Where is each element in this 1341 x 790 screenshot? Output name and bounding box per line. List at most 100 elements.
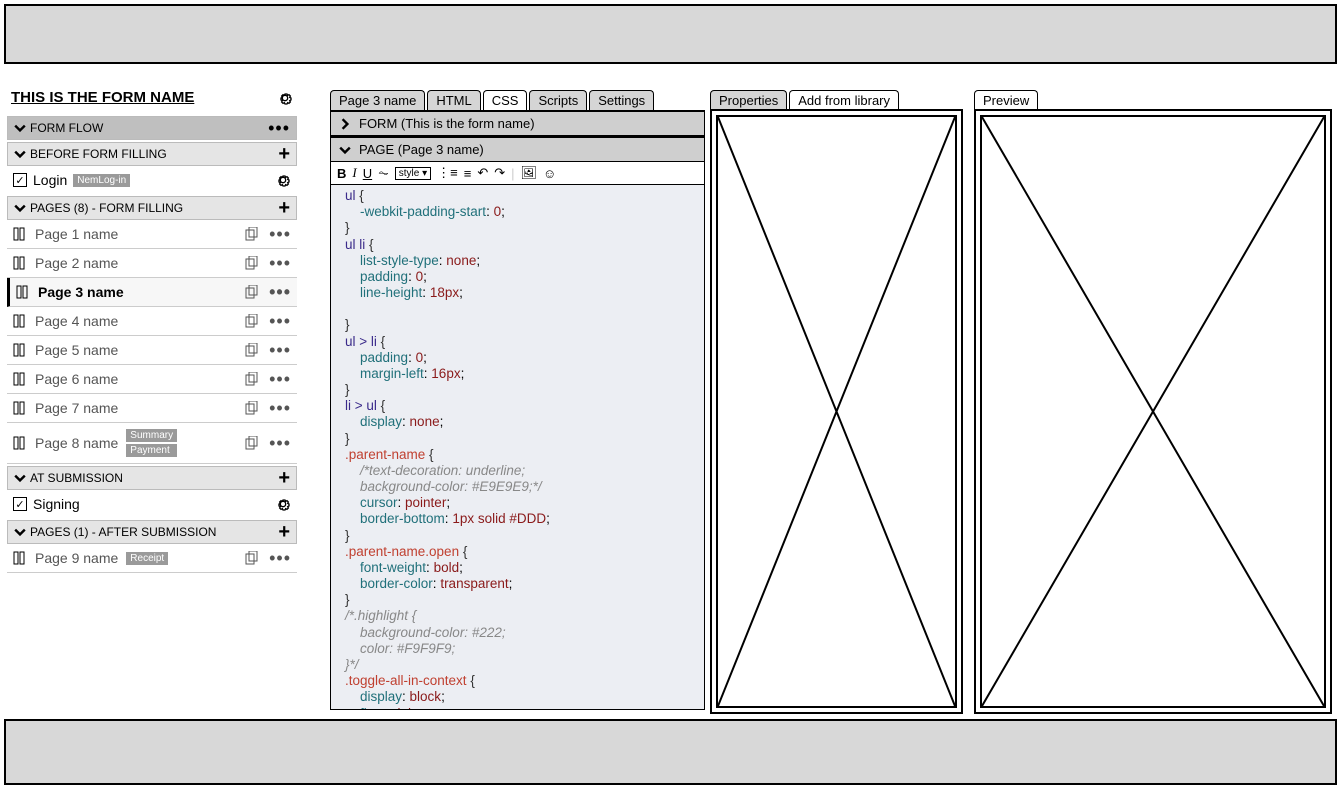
list-ul-button[interactable]: ⋮≡ <box>437 165 458 181</box>
dots-icon[interactable]: ••• <box>269 228 291 240</box>
dots-icon[interactable]: ••• <box>269 437 291 449</box>
tab-page3[interactable]: Page 3 name <box>330 90 425 110</box>
tab-preview[interactable]: Preview <box>974 90 1038 110</box>
context-form-bar[interactable]: FORM (This is the form name) <box>330 110 705 136</box>
bottom-frame <box>4 719 1337 785</box>
page-icon <box>13 401 27 415</box>
center-tabs: Page 3 name HTML CSS Scripts Settings <box>330 90 705 110</box>
section-label: AT SUBMISSION <box>30 471 123 485</box>
copy-icon[interactable] <box>245 401 259 415</box>
page-icon <box>13 551 27 565</box>
page-label: Page 4 name <box>35 313 118 329</box>
page-row[interactable]: Page 8 name Summary Payment ••• <box>7 423 297 464</box>
section-pages[interactable]: PAGES (8) - FORM FILLING + <box>7 196 297 220</box>
copy-icon[interactable] <box>245 372 259 386</box>
style-dropdown[interactable]: style ▾ <box>395 167 431 180</box>
list-ol-button[interactable]: ≡ <box>464 166 472 181</box>
copy-icon[interactable] <box>245 285 259 299</box>
css-editor[interactable]: ul { -webkit-padding-start: 0; } ul li {… <box>330 185 705 710</box>
context-form-label: FORM (This is the form name) <box>359 116 535 131</box>
dots-icon[interactable]: ••• <box>269 257 291 269</box>
page-label: Page 2 name <box>35 255 118 271</box>
emoji-button[interactable]: ☺ <box>543 166 556 181</box>
sidebar: THIS IS THE FORM NAME FORM FLOW ••• BEFO… <box>7 85 297 573</box>
signing-row[interactable]: ✓ Signing <box>7 490 297 518</box>
checkbox-icon[interactable]: ✓ <box>13 173 27 187</box>
section-form-flow[interactable]: FORM FLOW ••• <box>7 116 297 140</box>
form-title[interactable]: THIS IS THE FORM NAME <box>11 89 194 106</box>
gear-icon[interactable] <box>275 496 291 512</box>
copy-icon[interactable] <box>245 227 259 241</box>
copy-icon[interactable] <box>245 256 259 270</box>
context-page-bar[interactable]: PAGE (Page 3 name) <box>330 136 705 162</box>
gear-icon[interactable] <box>275 172 291 188</box>
plus-icon[interactable]: + <box>278 471 290 485</box>
page-label: Page 3 name <box>38 284 124 300</box>
page-icon <box>13 227 27 241</box>
dots-icon[interactable]: ••• <box>269 315 291 327</box>
page-label: Page 1 name <box>35 226 118 242</box>
panel-tabs: Preview <box>974 90 1332 110</box>
section-before[interactable]: BEFORE FORM FILLING + <box>7 142 297 166</box>
page-icon <box>13 372 27 386</box>
tab-properties[interactable]: Properties <box>710 90 787 110</box>
tab-html[interactable]: HTML <box>427 90 480 110</box>
panel-tabs: Properties Add from library <box>710 90 963 110</box>
dots-icon[interactable]: ••• <box>269 402 291 414</box>
underline-button[interactable]: U <box>363 166 372 181</box>
chevron-down-icon <box>14 122 26 134</box>
chevron-down-icon <box>339 144 351 156</box>
image-button[interactable]: 🖼 <box>521 165 538 181</box>
dots-icon[interactable]: ••• <box>269 286 291 298</box>
tag: Receipt <box>126 552 168 565</box>
right-panel-preview: Preview <box>974 90 1332 714</box>
page-label: Page 5 name <box>35 342 118 358</box>
page-row[interactable]: Page 5 name ••• <box>7 336 297 365</box>
page-label: Page 8 name <box>35 435 118 451</box>
page-row-selected[interactable]: Page 3 name ••• <box>7 278 297 307</box>
copy-icon[interactable] <box>245 343 259 357</box>
copy-icon[interactable] <box>245 314 259 328</box>
strike-button[interactable]: ⏦ <box>378 165 389 181</box>
context-page-label: PAGE (Page 3 name) <box>359 142 484 157</box>
page-row[interactable]: Page 9 name Receipt ••• <box>7 544 297 573</box>
page-row[interactable]: Page 2 name ••• <box>7 249 297 278</box>
tab-scripts[interactable]: Scripts <box>529 90 587 110</box>
gear-icon[interactable] <box>277 90 293 106</box>
section-after[interactable]: PAGES (1) - AFTER SUBMISSION + <box>7 520 297 544</box>
section-label: BEFORE FORM FILLING <box>30 147 167 161</box>
top-frame <box>4 4 1337 64</box>
page-row[interactable]: Page 4 name ••• <box>7 307 297 336</box>
page-row[interactable]: Page 7 name ••• <box>7 394 297 423</box>
plus-icon[interactable]: + <box>278 147 290 161</box>
copy-icon[interactable] <box>245 551 259 565</box>
bold-button[interactable]: B <box>337 166 346 181</box>
dots-icon[interactable]: ••• <box>269 344 291 356</box>
right-panel-library: Properties Add from library <box>710 90 963 714</box>
checkbox-icon[interactable]: ✓ <box>13 497 27 511</box>
plus-icon[interactable]: + <box>278 201 290 215</box>
undo-button[interactable]: ↶ <box>477 165 488 181</box>
tab-add-from-library[interactable]: Add from library <box>789 90 899 110</box>
dots-icon[interactable]: ••• <box>268 122 290 134</box>
copy-icon[interactable] <box>245 436 259 450</box>
dots-icon[interactable]: ••• <box>269 552 291 564</box>
dots-icon[interactable]: ••• <box>269 373 291 385</box>
page-label: Page 6 name <box>35 371 118 387</box>
page-row[interactable]: Page 6 name ••• <box>7 365 297 394</box>
section-at-submission[interactable]: AT SUBMISSION + <box>7 466 297 490</box>
chevron-right-icon <box>339 118 351 130</box>
redo-button[interactable]: ↷ <box>494 165 505 181</box>
plus-icon[interactable]: + <box>278 525 290 539</box>
placeholder-x-icon <box>982 117 1324 706</box>
tag: Payment <box>126 444 177 457</box>
tab-css[interactable]: CSS <box>483 90 528 110</box>
login-row[interactable]: ✓ Login NemLog-in <box>7 166 297 194</box>
page-label: Page 9 name <box>35 550 118 566</box>
page-row[interactable]: Page 1 name ••• <box>7 220 297 249</box>
italic-button[interactable]: I <box>352 165 356 181</box>
tab-settings[interactable]: Settings <box>589 90 654 110</box>
editor-toolbar: B I U ⏦ style ▾ ⋮≡ ≡ ↶ ↷ | 🖼 ☺ <box>330 162 705 185</box>
center-area: Page 3 name HTML CSS Scripts Settings FO… <box>330 90 705 710</box>
section-label: PAGES (1) - AFTER SUBMISSION <box>30 525 216 539</box>
